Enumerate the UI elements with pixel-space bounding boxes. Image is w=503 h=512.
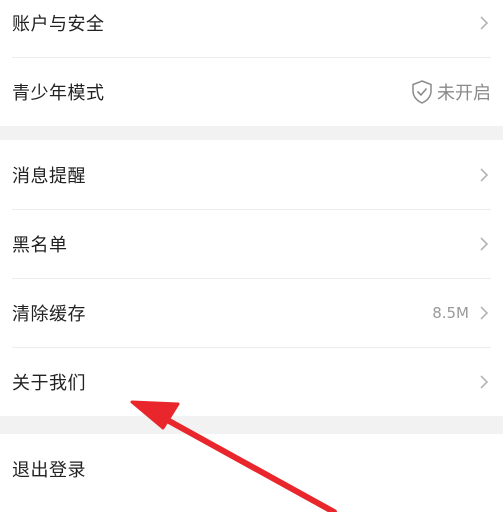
settings-group-account: 账户与安全 青少年模式 未开启 — [0, 0, 503, 126]
settings-item-label: 消息提醒 — [12, 165, 86, 187]
settings-item-blacklist[interactable]: 黑名单 — [0, 209, 503, 278]
settings-item-label: 黑名单 — [12, 234, 68, 256]
teen-mode-status: 未开启 — [437, 82, 491, 104]
settings-item-notifications[interactable]: 消息提醒 — [0, 140, 503, 209]
settings-item-label: 退出登录 — [12, 459, 86, 481]
shield-check-icon — [412, 79, 432, 104]
settings-item-label: 账户与安全 — [12, 13, 105, 35]
chevron-right-icon — [480, 236, 489, 251]
settings-item-about-us[interactable]: 关于我们 — [0, 347, 503, 416]
chevron-right-icon — [480, 15, 489, 30]
settings-item-label: 青少年模式 — [12, 82, 105, 104]
settings-item-logout[interactable]: 退出登录 — [0, 434, 503, 503]
settings-item-label: 清除缓存 — [12, 303, 86, 325]
settings-item-label: 关于我们 — [12, 372, 86, 394]
settings-group-general: 消息提醒 黑名单 清除缓存 8.5M 关于我们 — [0, 140, 503, 416]
settings-item-teen-mode[interactable]: 青少年模式 未开启 — [0, 57, 503, 126]
chevron-right-icon — [480, 167, 489, 182]
chevron-right-icon — [480, 374, 489, 389]
cache-size: 8.5M — [432, 303, 469, 322]
settings-item-clear-cache[interactable]: 清除缓存 8.5M — [0, 278, 503, 347]
chevron-right-icon — [480, 305, 489, 320]
settings-group-logout: 退出登录 — [0, 434, 503, 512]
settings-item-account-security[interactable]: 账户与安全 — [0, 0, 503, 57]
